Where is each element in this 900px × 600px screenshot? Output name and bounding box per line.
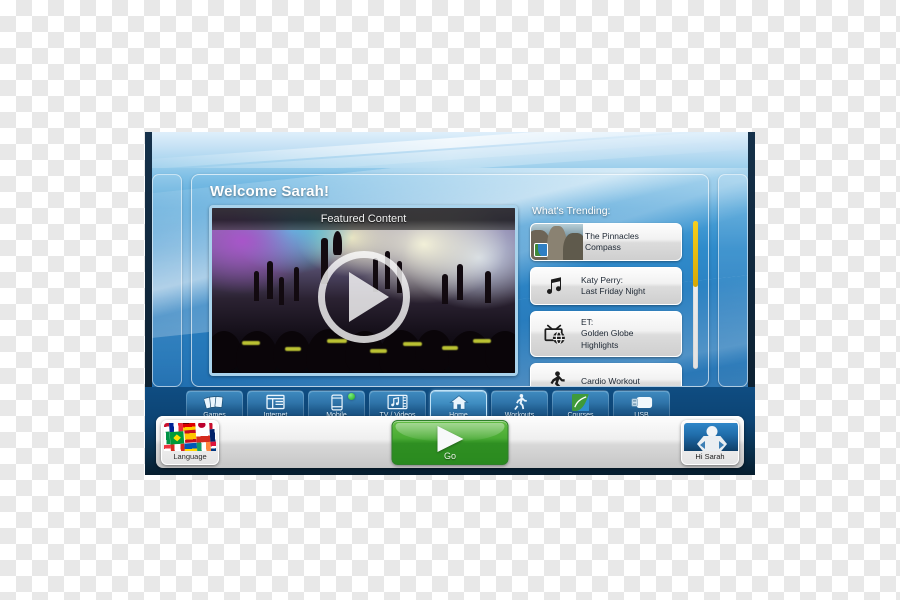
user-avatar-icon: [684, 423, 738, 451]
list-item-text: The Pinnacles Compass: [585, 230, 639, 252]
smartphone-icon: [330, 393, 343, 411]
courses-logo-icon: [572, 393, 589, 411]
user-profile-button[interactable]: Hi Sarah: [681, 420, 739, 465]
right-side-panel[interactable]: [718, 174, 748, 387]
navigation-bar: Games Internet: [145, 387, 755, 475]
main-content-card: Welcome Sarah! Featured Content What's T…: [191, 174, 709, 387]
go-button[interactable]: Go: [391, 420, 509, 465]
list-item-text: ET: Golden Globe Highlights: [581, 317, 634, 350]
device-screen: Welcome Sarah! Featured Content What's T…: [145, 132, 755, 475]
list-item-text: Cardio Workout: [581, 376, 640, 387]
courses-logo-icon: [534, 243, 548, 257]
left-side-panel[interactable]: [152, 174, 182, 387]
photo-thumbnail: [531, 224, 583, 260]
notification-badge: [348, 393, 355, 400]
scrollbar[interactable]: [693, 221, 698, 369]
language-label: Language: [173, 452, 207, 461]
list-item[interactable]: ET: Golden Globe Highlights: [530, 311, 682, 357]
usb-drive-icon: [631, 393, 653, 411]
running-person-icon: [510, 393, 529, 411]
list-item[interactable]: Katy Perry: Last Friday Night: [530, 267, 682, 305]
featured-video-player[interactable]: Featured Content: [209, 205, 518, 376]
home-icon: [448, 393, 469, 411]
music-note-icon: [531, 274, 579, 298]
right-arrow-icon: [437, 426, 463, 452]
running-person-icon: [531, 370, 579, 386]
go-label: Go: [443, 451, 456, 461]
list-item[interactable]: Cardio Workout: [530, 363, 682, 387]
tv-globe-icon: [531, 321, 579, 347]
list-item-text: Katy Perry: Last Friday Night: [581, 274, 646, 296]
user-label: Hi Sarah: [695, 452, 725, 461]
page-title: Welcome Sarah!: [210, 183, 330, 200]
browser-window-icon: [266, 393, 285, 411]
featured-content-label: Featured Content: [212, 208, 515, 230]
scrollbar-thumb[interactable]: [693, 221, 698, 287]
world-flags-icon: [164, 423, 216, 451]
trending-heading: What's Trending:: [532, 205, 611, 217]
tv-media-icon: [387, 393, 408, 411]
trending-list: The Pinnacles Compass Katy Perry: Last F…: [530, 223, 682, 387]
language-button[interactable]: Language: [161, 420, 219, 465]
trending-panel: What's Trending: The Pinnacles Compass K…: [530, 205, 698, 386]
bottom-action-bar: Language Go Hi Sarah: [156, 416, 744, 468]
list-item[interactable]: The Pinnacles Compass: [530, 223, 682, 261]
play-icon[interactable]: [317, 251, 410, 344]
top-gradient-band: [145, 132, 755, 168]
playing-cards-icon: [204, 393, 225, 411]
